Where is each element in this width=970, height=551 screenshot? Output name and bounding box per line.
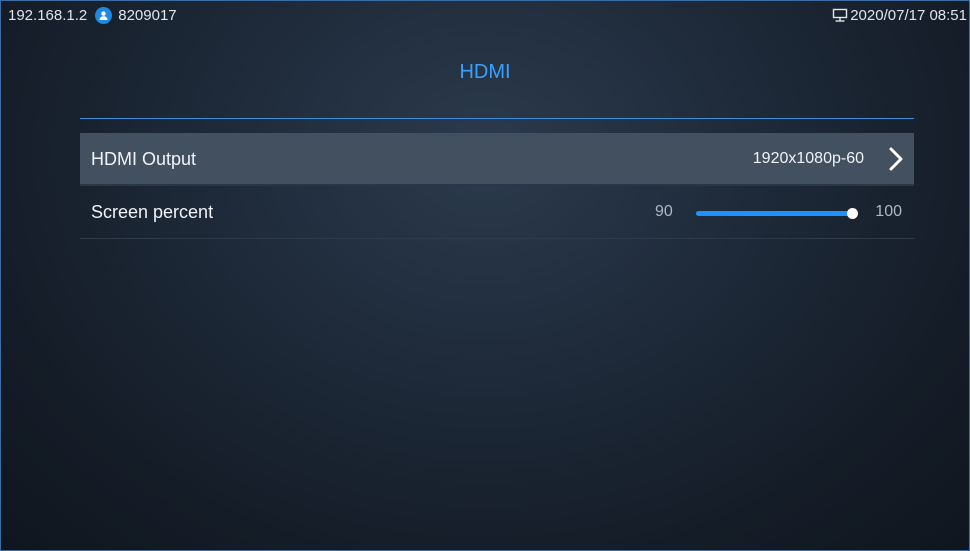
- hdmi-output-row[interactable]: HDMI Output 1920x1080p-60: [80, 133, 914, 186]
- chevron-right-icon[interactable]: [888, 146, 904, 177]
- hdmi-output-label: HDMI Output: [91, 149, 197, 169]
- title-divider: [80, 118, 914, 119]
- screen-percent-label: Screen percent: [91, 202, 214, 222]
- slider-fill: [696, 211, 856, 216]
- screen-percent-slider[interactable]: [696, 208, 858, 219]
- account-number: 8209017: [118, 7, 177, 24]
- status-bar: 192.168.1.2 8209017 2020/07/17 08:51: [1, 1, 969, 31]
- slider-thumb[interactable]: [847, 208, 858, 219]
- settings-list: HDMI Output 1920x1080p-60 Screen percent…: [80, 133, 914, 239]
- ip-address: 192.168.1.2: [8, 7, 88, 24]
- page-title: HDMI: [459, 61, 511, 83]
- user-icon: [95, 7, 113, 24]
- status-left: 192.168.1.2 8209017: [8, 7, 177, 24]
- slider-max-label: 100: [875, 203, 902, 220]
- hdmi-output-value: 1920x1080p-60: [752, 150, 864, 167]
- monitor-icon: [832, 8, 848, 23]
- date-time: 2020/07/17 08:51: [850, 7, 967, 24]
- status-right: 2020/07/17 08:51: [832, 7, 967, 24]
- hdmi-settings-screen: 192.168.1.2 8209017 2020/07/17 08:51 HDM…: [0, 0, 970, 551]
- screen-percent-row: Screen percent 90 100: [80, 186, 914, 239]
- slider-min-label: 90: [655, 203, 673, 220]
